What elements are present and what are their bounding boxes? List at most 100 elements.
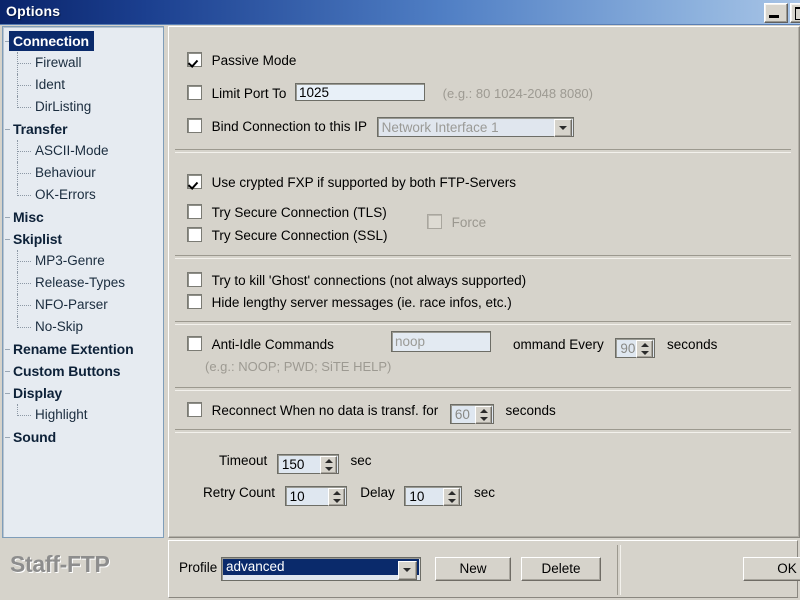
limit-port-input[interactable]: 1025 <box>295 83 426 101</box>
settings-tree-panel[interactable]: Connection Firewall Ident DirListing Transfe… <box>2 26 164 538</box>
separator-3 <box>175 321 791 325</box>
crypted-fxp-row[interactable]: Use crypted FXP if supported by both FTP… <box>187 173 516 193</box>
sidebar-item-label: MP3-Genre <box>35 253 105 268</box>
sidebar-item-behaviour[interactable]: Behaviour <box>3 162 163 184</box>
retry-delay-row[interactable]: Retry Count 10 Delay 10 sec <box>203 483 495 506</box>
kill-ghost-checkbox[interactable] <box>187 272 202 287</box>
limit-port-label: Limit Port To <box>211 86 287 101</box>
maximize-button[interactable] <box>790 3 800 23</box>
profile-label: Profile <box>179 560 218 575</box>
delay-label: Delay <box>360 485 395 500</box>
sidebar-item-transfer[interactable]: Transfer <box>3 118 163 140</box>
sidebar-item-label: Skiplist <box>13 231 62 247</box>
reconnect-label: Reconnect When no data is transf. for <box>211 403 439 418</box>
chevron-down-icon[interactable] <box>398 561 417 580</box>
minimize-icon <box>769 15 779 18</box>
delete-profile-button[interactable]: Delete <box>521 557 601 581</box>
tls-checkbox[interactable] <box>187 204 202 219</box>
spinner-arrows-icon[interactable] <box>636 340 654 358</box>
spinner-arrows-icon[interactable] <box>474 406 492 424</box>
separator-2 <box>175 255 791 259</box>
sidebar-item-display[interactable]: Display <box>3 382 163 404</box>
title-bar: Options <box>0 0 800 25</box>
sidebar-item-label: Rename Extention <box>13 341 134 357</box>
sidebar-item-sound[interactable]: Sound <box>3 426 163 448</box>
anti-idle-row[interactable]: Anti-Idle Commands <box>187 335 334 355</box>
spinner-arrows-icon[interactable] <box>327 488 345 506</box>
anti-idle-every-label: ommand Every <box>513 337 604 352</box>
sidebar-item-highlight[interactable]: Highlight <box>3 404 163 426</box>
timeout-label: Timeout <box>219 453 268 468</box>
profile-combo[interactable]: advanced <box>221 557 421 581</box>
sidebar-item-dirlisting[interactable]: DirListing <box>3 96 163 118</box>
ssl-label: Try Secure Connection (SSL) <box>211 228 388 243</box>
sidebar-item-no-skip[interactable]: No-Skip <box>3 316 163 338</box>
anti-idle-checkbox[interactable] <box>187 336 202 351</box>
new-profile-button[interactable]: New <box>435 557 511 581</box>
timeout-value: 150 <box>281 457 305 472</box>
spinner-arrows-icon[interactable] <box>319 456 337 474</box>
sidebar-item-label: Release-Types <box>35 275 126 290</box>
bind-connection-row[interactable]: Bind Connection to this IP Network Inter… <box>187 117 574 137</box>
sidebar-item-skiplist[interactable]: Skiplist <box>3 228 163 250</box>
sidebar-item-label: NFO-Parser <box>35 297 108 312</box>
ssl-checkbox[interactable] <box>187 227 202 242</box>
sidebar-item-ident[interactable]: Ident <box>3 74 163 96</box>
sidebar-item-label: Ident <box>35 77 66 92</box>
limit-port-checkbox[interactable] <box>187 85 202 100</box>
passive-mode-label: Passive Mode <box>211 53 297 68</box>
tls-row[interactable]: Try Secure Connection (TLS) <box>187 203 387 223</box>
settings-tree: Connection Firewall Ident DirListing Transfe… <box>3 30 163 448</box>
sidebar-item-connection[interactable]: Connection <box>3 30 163 52</box>
sidebar-item-firewall[interactable]: Firewall <box>3 52 163 74</box>
limit-port-hint: (e.g.: 80 1024-2048 8080) <box>442 86 593 101</box>
sidebar-item-label: ASCII-Mode <box>35 143 109 158</box>
retry-count-value: 10 <box>289 489 305 504</box>
kill-ghost-row[interactable]: Try to kill 'Ghost' connections (not alw… <box>187 271 526 291</box>
anti-idle-mid-label-wrap: ommand Every 90 seconds <box>463 335 718 358</box>
hide-lengthy-checkbox[interactable] <box>187 294 202 309</box>
tls-label: Try Secure Connection (TLS) <box>211 205 387 220</box>
timeout-row[interactable]: Timeout 150 sec <box>219 451 372 474</box>
anti-idle-hint: (e.g.: NOOP; PWD; SiTE HELP) <box>205 359 392 374</box>
ssl-row[interactable]: Try Secure Connection (SSL) <box>187 226 387 246</box>
retry-count-spinner[interactable]: 10 <box>284 486 347 506</box>
separator-1 <box>175 149 791 153</box>
minimize-button[interactable] <box>764 3 788 23</box>
sidebar-item-release-types[interactable]: Release-Types <box>3 272 163 294</box>
separator-5 <box>175 429 791 433</box>
sidebar-item-custom-buttons[interactable]: Custom Buttons <box>3 360 163 382</box>
sidebar-item-mp3-genre[interactable]: MP3-Genre <box>3 250 163 272</box>
anti-idle-unit-label: seconds <box>667 337 718 352</box>
bind-connection-checkbox[interactable] <box>187 118 202 133</box>
hide-lengthy-row[interactable]: Hide lengthy server messages (ie. race i… <box>187 293 512 313</box>
force-checkbox[interactable] <box>427 214 442 229</box>
chevron-down-icon[interactable] <box>553 119 572 137</box>
sidebar-item-rename-extention[interactable]: Rename Extention <box>3 338 163 360</box>
sidebar-item-label: DirListing <box>35 99 92 114</box>
force-label: Force <box>451 215 487 230</box>
window-title: Options <box>6 3 61 19</box>
reconnect-checkbox[interactable] <box>187 402 202 417</box>
force-row[interactable]: Force <box>427 213 486 233</box>
sidebar-item-nfo-parser[interactable]: NFO-Parser <box>3 294 163 316</box>
spinner-arrows-icon[interactable] <box>443 488 461 506</box>
reconnect-seconds-spinner[interactable]: 60 <box>449 404 494 424</box>
connection-settings-panel: Passive Mode Limit Port To 1025 (e.g.: 8… <box>168 26 800 538</box>
network-interface-combo[interactable]: Network Interface 1 <box>376 117 574 137</box>
anti-idle-command-input[interactable]: noop <box>391 331 491 352</box>
anti-idle-interval-spinner[interactable]: 90 <box>615 338 656 358</box>
delay-spinner[interactable]: 10 <box>404 486 463 506</box>
delay-value: 10 <box>409 489 425 504</box>
passive-mode-checkbox[interactable] <box>187 52 202 67</box>
sidebar-item-misc[interactable]: Misc <box>3 206 163 228</box>
timeout-spinner[interactable]: 150 <box>276 454 339 474</box>
crypted-fxp-checkbox[interactable] <box>187 174 202 189</box>
options-dialog: Options Connection Firewall Ident DirListin… <box>0 0 800 600</box>
sidebar-item-ascii-mode[interactable]: ASCII-Mode <box>3 140 163 162</box>
passive-mode-row[interactable]: Passive Mode <box>187 51 296 71</box>
ok-button[interactable]: OK <box>743 557 800 581</box>
sidebar-item-ok-errors[interactable]: OK-Errors <box>3 184 163 206</box>
reconnect-row[interactable]: Reconnect When no data is transf. for 60… <box>187 401 556 424</box>
limit-port-row[interactable]: Limit Port To 1025 (e.g.: 80 1024-2048 8… <box>187 83 593 103</box>
